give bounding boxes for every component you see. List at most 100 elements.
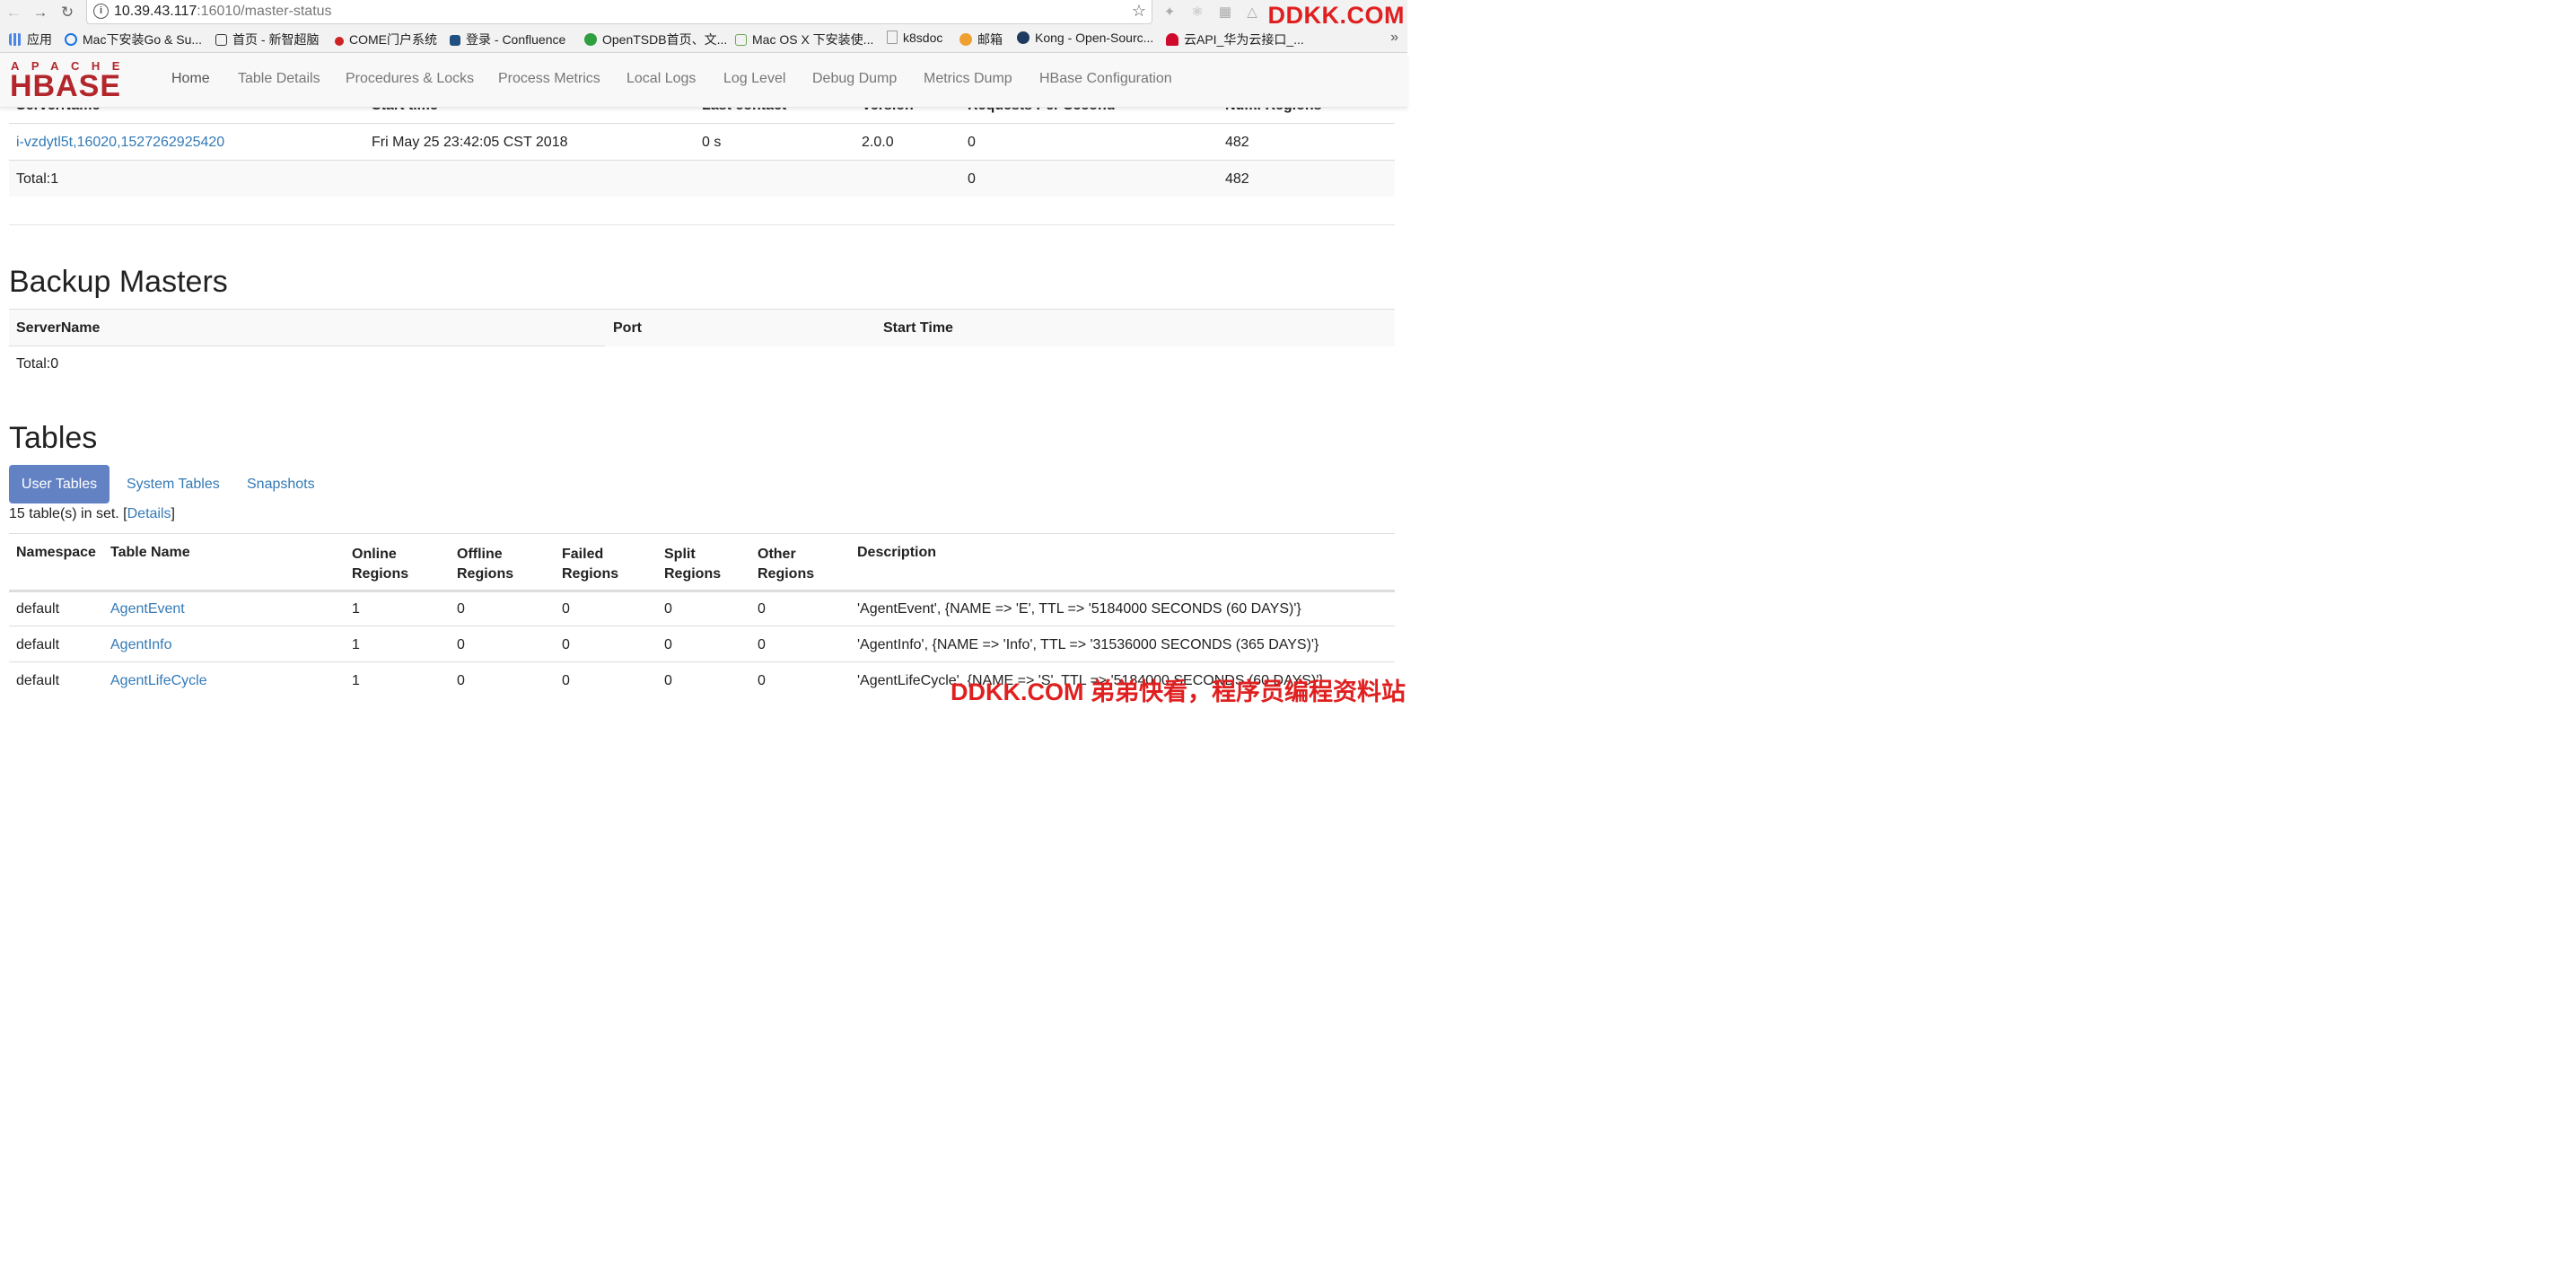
forward-arrow-icon[interactable]: → <box>31 3 50 22</box>
other-cell: 0 <box>758 637 766 652</box>
bookmark-favicon-icon <box>65 33 77 46</box>
browser-chrome: ← → ↻ i 10.39.43.117:16010/master-status… <box>0 0 1407 53</box>
nav-local-logs[interactable]: Local Logs <box>626 71 696 87</box>
bookmark-item[interactable]: Kong - Open-Sourc... <box>1017 31 1153 45</box>
summary-suffix: ] <box>171 506 175 521</box>
confluence-icon <box>450 35 460 46</box>
kong-icon <box>1017 31 1030 44</box>
header-line: Regions <box>758 566 815 582</box>
bookmark-apps[interactable]: 应用 <box>9 31 52 48</box>
hbase-navbar: APACHE HBASE Home Table Details Procedur… <box>0 53 1407 108</box>
tables-title: Tables <box>9 421 98 455</box>
bookmark-item[interactable]: 邮箱 <box>959 31 1003 48</box>
table-name-link[interactable]: AgentLifeCycle <box>110 673 207 689</box>
details-link[interactable]: Details <box>127 506 171 521</box>
table-name-link[interactable]: AgentEvent <box>110 601 185 617</box>
tab-system-tables[interactable]: System Tables <box>127 477 220 493</box>
table-name-text[interactable]: AgentInfo <box>110 637 172 652</box>
server-link[interactable]: i-vzdytl5t,16020,1527262925420 <box>16 135 224 151</box>
bookmark-item[interactable]: 云API_华为云接口_... <box>1166 31 1304 48</box>
description-cell: 'AgentInfo', {NAME => 'Info', TTL => '31… <box>857 637 1319 652</box>
last-contact-cell: 0 s <box>702 135 722 150</box>
summary-prefix: 15 table(s) in set. [ <box>9 506 127 521</box>
tables-header-row: Namespace Table Name Online Regions Offli… <box>9 533 1395 592</box>
nav-process-metrics[interactable]: Process Metrics <box>498 71 600 87</box>
failed-cell: 0 <box>562 601 570 617</box>
tab-snapshots[interactable]: Snapshots <box>247 477 315 493</box>
nav-home[interactable]: Home <box>171 71 210 87</box>
nav-log-level[interactable]: Log Level <box>723 71 785 87</box>
watermark-bottom: DDKK.COM 弟弟快看，程序员编程资料站 <box>951 678 1406 705</box>
header-line: Offline <box>457 547 503 562</box>
bookmark-favicon-icon <box>335 37 344 46</box>
namespace-cell: default <box>16 673 60 688</box>
table-row: i-vzdytl5t,16020,1527262925420 Fri May 2… <box>9 123 1395 161</box>
header-line: Split <box>664 547 696 562</box>
online-cell: 1 <box>352 673 360 688</box>
nav-table-details[interactable]: Table Details <box>238 71 320 87</box>
nav-procedures-locks[interactable]: Procedures & Locks <box>346 71 474 87</box>
table-row: default AgentEvent 1 0 0 0 0 'AgentEvent… <box>9 590 1395 626</box>
bookmark-item[interactable]: COME门户系统 <box>335 31 437 48</box>
nav-hbase-configuration[interactable]: HBase Configuration <box>1039 71 1172 87</box>
bookmark-item[interactable]: OpenTSDB首页、文... <box>584 31 727 48</box>
logo-hbase-text: HBASE <box>10 69 122 103</box>
hbase-logo[interactable]: APACHE HBASE <box>10 59 145 101</box>
extension-react-icon[interactable]: ⚛ <box>1189 4 1205 21</box>
server-link-text[interactable]: i-vzdytl5t,16020,1527262925420 <box>16 135 224 150</box>
col-header-other-regions: Other Regions <box>758 545 814 584</box>
nav-debug-dump[interactable]: Debug Dump <box>812 71 897 87</box>
apps-grid-icon <box>9 33 22 46</box>
requests-cell: 0 <box>968 135 976 150</box>
table-name-text[interactable]: AgentEvent <box>110 601 185 617</box>
extension-pdf-icon[interactable]: ▦ <box>1217 4 1233 21</box>
offline-cell: 0 <box>457 601 465 617</box>
online-cell: 1 <box>352 637 360 652</box>
address-url[interactable]: 10.39.43.117:16010/master-status <box>114 4 332 20</box>
nav-metrics-dump[interactable]: Metrics Dump <box>924 71 1012 87</box>
col-header-online-regions: Online Regions <box>352 545 408 584</box>
col-header-start-time: Start Time <box>883 320 953 336</box>
extension-bird-icon[interactable]: ✦ <box>1161 4 1178 21</box>
bookmark-favicon-icon <box>584 33 597 46</box>
address-bar[interactable]: i 10.39.43.117:16010/master-status ☆ <box>86 0 1152 24</box>
regions-cell: 482 <box>1225 135 1249 150</box>
namespace-cell: default <box>16 637 60 652</box>
url-bar-row: ← → ↻ i 10.39.43.117:16010/master-status… <box>0 0 1407 29</box>
tab-user-tables[interactable]: User Tables <box>9 465 110 503</box>
reload-icon[interactable]: ↻ <box>57 3 77 22</box>
header-line: Regions <box>664 566 722 582</box>
offline-cell: 0 <box>457 673 465 688</box>
failed-cell: 0 <box>562 673 570 688</box>
total-requests: 0 <box>968 171 976 187</box>
back-arrow-icon[interactable]: ← <box>4 3 23 22</box>
bookmark-item[interactable]: 首页 - 新智超脑 <box>215 31 319 48</box>
col-header-port: Port <box>613 320 642 336</box>
backup-total: Total:0 <box>16 356 59 372</box>
bookmark-star-icon[interactable]: ☆ <box>1132 2 1146 21</box>
backup-masters-title: Backup Masters <box>9 265 228 299</box>
bookmark-item[interactable]: Mac OS X 下安装使... <box>735 31 873 48</box>
col-header-namespace: Namespace <box>16 545 96 560</box>
section-divider <box>9 224 1395 225</box>
info-icon[interactable]: i <box>93 4 109 19</box>
description-cell: 'AgentEvent', {NAME => 'E', TTL => '5184… <box>857 601 1301 617</box>
header-line: Other <box>758 547 796 562</box>
namespace-cell: default <box>16 601 60 617</box>
more-bookmarks-icon[interactable]: » <box>1390 30 1398 46</box>
header-line: Failed <box>562 547 604 562</box>
backup-header-row: ServerName Port Start Time <box>9 309 1395 346</box>
col-header-description: Description <box>857 545 937 560</box>
table-name-text[interactable]: AgentLifeCycle <box>110 673 207 688</box>
page-icon <box>887 31 898 44</box>
other-cell: 0 <box>758 673 766 688</box>
table-name-link[interactable]: AgentInfo <box>110 637 172 653</box>
bookmark-item[interactable]: Mac下安装Go & Su... <box>65 31 202 48</box>
table-total-row: Total:1 0 482 <box>9 160 1395 197</box>
header-line: Regions <box>352 566 409 582</box>
bookmark-item[interactable]: 登录 - Confluence <box>450 31 565 48</box>
extension-tree-icon[interactable]: △ <box>1244 4 1260 21</box>
bookmark-item[interactable]: k8sdoc <box>887 31 942 45</box>
total-label: Total:1 <box>16 171 59 187</box>
offline-cell: 0 <box>457 637 465 652</box>
